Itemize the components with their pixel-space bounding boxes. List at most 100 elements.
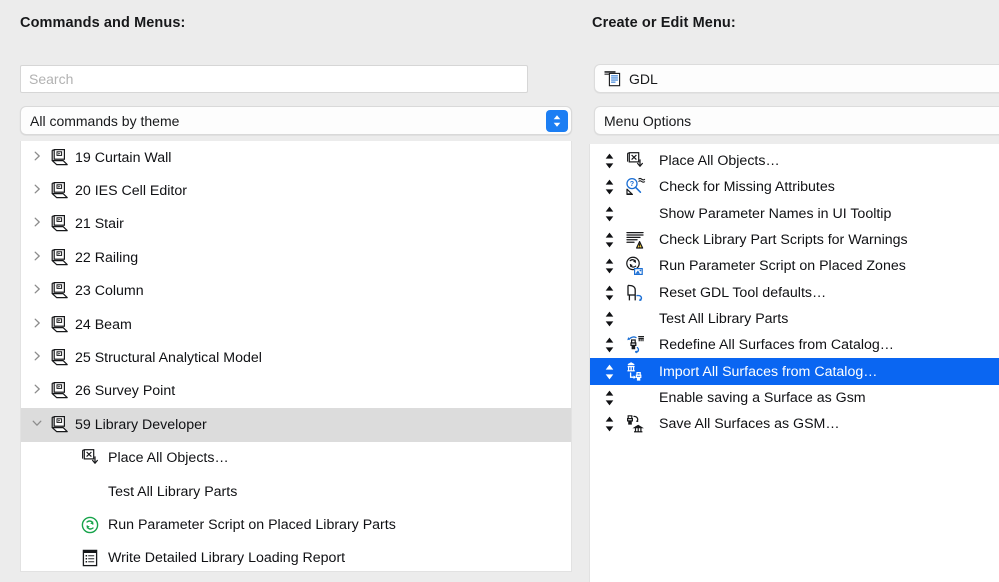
menu-items-list[interactable]: Place All Objects… ? Check for Missing A… — [589, 144, 999, 582]
reorder-handle[interactable] — [598, 389, 620, 407]
menu-item-row[interactable]: Redefine All Surfaces from Catalog… — [590, 332, 999, 358]
disclosure-triangle[interactable] — [30, 183, 44, 199]
menu-item-row[interactable]: Run Parameter Script on Placed Zones — [590, 253, 999, 279]
menu-item-row[interactable]: Place All Objects… — [590, 148, 999, 174]
chevron-updown-icon[interactable] — [546, 110, 568, 132]
disclosure-triangle[interactable] — [30, 216, 44, 232]
chevron-right-icon[interactable] — [31, 283, 43, 299]
tree-row[interactable]: Test All Library Parts — [21, 475, 571, 508]
sort-updown-icon — [603, 205, 616, 223]
tree-item-label: 21 Stair — [75, 216, 124, 233]
menu-item-icon — [620, 413, 650, 435]
menu-options-field[interactable]: Menu Options — [594, 106, 999, 135]
menu-item-label: Check Library Part Scripts for Warnings — [659, 232, 908, 249]
tree-row[interactable]: 19 Curtain Wall — [21, 141, 571, 174]
reorder-handle[interactable] — [598, 363, 620, 381]
menu-item-icon — [620, 229, 650, 251]
tree-row[interactable]: 21 Stair — [21, 208, 571, 241]
menu-item-row[interactable]: Test All Library Parts — [590, 306, 999, 332]
tree-item-label: 22 Railing — [75, 249, 139, 266]
reorder-handle[interactable] — [598, 284, 620, 302]
disclosure-triangle[interactable] — [30, 417, 44, 433]
tree-item-label: 23 Column — [75, 283, 144, 300]
sort-updown-icon — [603, 231, 616, 249]
tree-item-label: 24 Beam — [75, 316, 132, 333]
run-parameter-script-icon — [79, 514, 101, 536]
reorder-handle[interactable] — [598, 178, 620, 196]
menu-item-row[interactable]: Enable saving a Surface as Gsm — [590, 385, 999, 411]
commands-tree-list[interactable]: 19 Curtain Wall 20 IES Cell Editor 21 St… — [20, 141, 572, 572]
command-theme-dropdown-label: All commands by theme — [30, 112, 180, 129]
tree-row[interactable]: Place All Objects… — [21, 442, 571, 475]
menu-name-field[interactable]: GDL — [594, 64, 999, 93]
menu-folder-icon — [48, 147, 70, 169]
place-all-objects-icon — [79, 447, 101, 469]
disclosure-triangle[interactable] — [30, 283, 44, 299]
redefine-surfaces-icon — [623, 334, 647, 356]
chevron-right-icon[interactable] — [31, 317, 43, 333]
search-field-container[interactable] — [20, 65, 528, 93]
tree-item-icon — [78, 447, 102, 469]
reorder-handle[interactable] — [598, 257, 620, 275]
tree-row[interactable]: 22 Railing — [21, 241, 571, 274]
menu-folder-icon — [48, 380, 70, 402]
menu-folder-icon — [48, 414, 70, 436]
reorder-handle[interactable] — [598, 415, 620, 433]
reset-gdl-tool-icon — [623, 282, 647, 304]
tree-item-label: 26 Survey Point — [75, 383, 176, 400]
menu-item-row[interactable]: Show Parameter Names in UI Tooltip — [590, 201, 999, 227]
menu-item-row[interactable]: Check Library Part Scripts for Warnings — [590, 227, 999, 253]
chevron-right-icon[interactable] — [31, 150, 43, 166]
chevron-right-icon[interactable] — [31, 350, 43, 366]
tree-row[interactable]: 23 Column — [21, 275, 571, 308]
chevron-down-icon[interactable] — [31, 417, 43, 433]
chevron-right-icon[interactable] — [31, 183, 43, 199]
disclosure-triangle[interactable] — [30, 350, 44, 366]
disclosure-triangle[interactable] — [30, 383, 44, 399]
disclosure-triangle[interactable] — [30, 150, 44, 166]
sort-updown-icon — [603, 257, 616, 275]
script-warning-icon — [623, 229, 647, 251]
tree-row[interactable]: 25 Structural Analytical Model — [21, 341, 571, 374]
reorder-handle[interactable] — [598, 205, 620, 223]
disclosure-triangle[interactable] — [30, 250, 44, 266]
tree-row[interactable]: Run Parameter Script on Placed Library P… — [21, 508, 571, 541]
search-input[interactable] — [29, 71, 527, 87]
disclosure-triangle[interactable] — [30, 317, 44, 333]
menu-item-row[interactable]: Save All Surfaces as GSM… — [590, 411, 999, 437]
reorder-handle[interactable] — [598, 231, 620, 249]
menu-item-icon — [620, 361, 650, 383]
reorder-handle[interactable] — [598, 152, 620, 170]
tree-item-label: Run Parameter Script on Placed Library P… — [108, 516, 396, 533]
menu-item-icon — [620, 334, 650, 356]
check-missing-attributes-icon: ? — [623, 176, 647, 198]
run-script-zones-icon — [623, 255, 647, 277]
tree-row[interactable]: 20 IES Cell Editor — [21, 174, 571, 207]
menu-item-row[interactable]: Import All Surfaces from Catalog… — [590, 358, 999, 385]
sort-updown-icon — [603, 389, 616, 407]
sort-updown-icon — [603, 178, 616, 196]
reorder-handle[interactable] — [598, 336, 620, 354]
menu-item-icon: ? — [620, 176, 650, 198]
tree-row[interactable]: 26 Survey Point — [21, 375, 571, 408]
menu-item-label: Run Parameter Script on Placed Zones — [659, 258, 906, 275]
menu-item-row[interactable]: Reset GDL Tool defaults… — [590, 279, 999, 305]
tree-row[interactable]: Write Detailed Library Loading Report — [21, 542, 571, 571]
tree-item-icon — [78, 514, 102, 536]
chevron-right-icon[interactable] — [31, 250, 43, 266]
reorder-handle[interactable] — [598, 310, 620, 328]
tree-item-label: 20 IES Cell Editor — [75, 183, 187, 200]
menu-folder-icon — [48, 247, 70, 269]
tree-row[interactable]: 24 Beam — [21, 308, 571, 341]
menu-item-label: Enable saving a Surface as Gsm — [659, 389, 866, 406]
tree-item-label: 59 Library Developer — [75, 416, 207, 433]
chevron-right-icon[interactable] — [31, 216, 43, 232]
tree-row[interactable]: 59 Library Developer — [21, 408, 571, 442]
tree-item-icon — [47, 280, 71, 302]
menu-folder-icon — [48, 280, 70, 302]
sort-updown-icon — [603, 415, 616, 433]
chevron-right-icon[interactable] — [31, 383, 43, 399]
menu-item-label: Place All Objects… — [659, 153, 780, 170]
menu-item-row[interactable]: ? Check for Missing Attributes — [590, 174, 999, 200]
command-theme-dropdown[interactable]: All commands by theme — [20, 106, 572, 135]
